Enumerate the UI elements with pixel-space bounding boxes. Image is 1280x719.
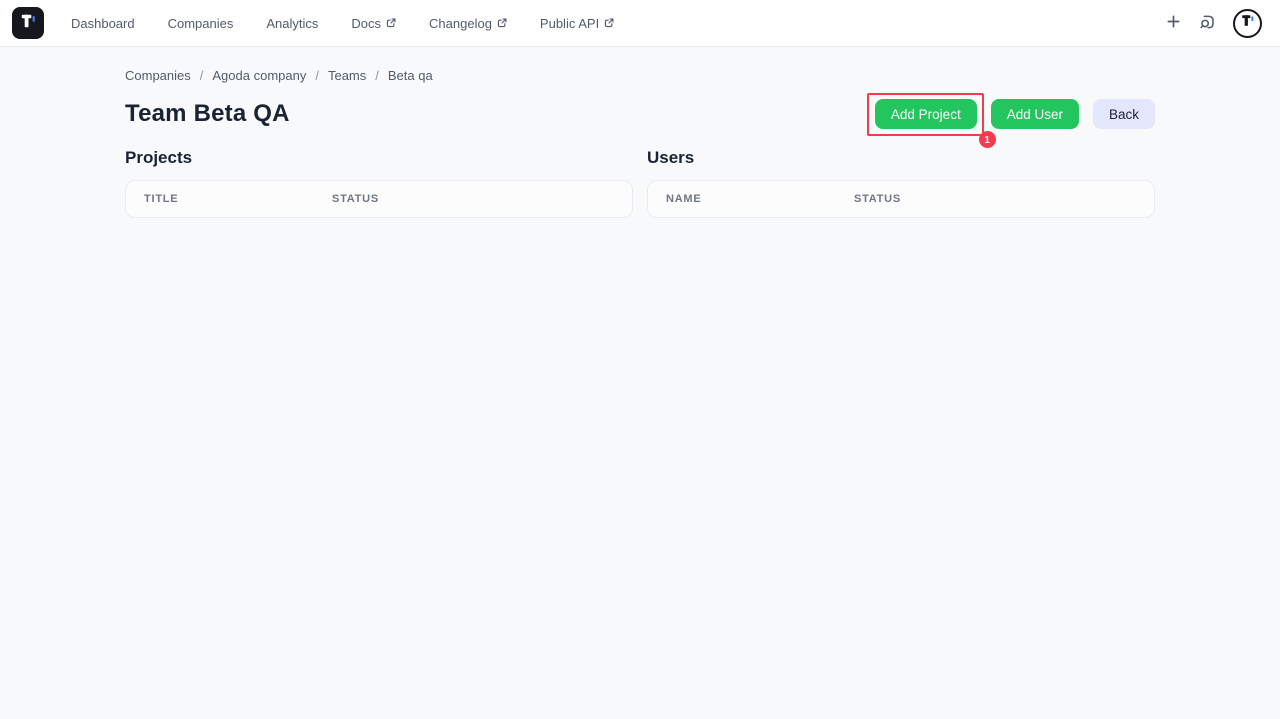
- plus-icon: [1166, 14, 1181, 32]
- app-logo[interactable]: [12, 7, 44, 39]
- annotation-step-badge: 1: [978, 131, 996, 148]
- projects-column-title: Title: [144, 193, 179, 205]
- nav-item-companies[interactable]: Companies: [168, 16, 234, 31]
- external-link-icon: [497, 18, 507, 28]
- add-button[interactable]: [1166, 14, 1181, 32]
- title-row: Team Beta QA Add Project 1 Add User Back: [125, 93, 1155, 148]
- external-link-icon: [604, 18, 614, 28]
- page-title: Team Beta QA: [125, 100, 290, 127]
- avatar-logo-icon: [1239, 12, 1256, 34]
- app-logo-icon: [18, 11, 38, 36]
- nav-links: Dashboard Companies Analytics Docs Chang…: [71, 16, 614, 31]
- add-project-button[interactable]: Add Project: [874, 99, 977, 129]
- users-section-title: Users: [647, 148, 695, 167]
- breadcrumb-teams[interactable]: Teams: [328, 68, 366, 83]
- nav-item-changelog[interactable]: Changelog: [429, 16, 507, 31]
- users-column-name: Name: [666, 193, 702, 205]
- page-actions: Add Project 1 Add User Back: [866, 93, 1155, 148]
- nav-item-docs[interactable]: Docs: [351, 16, 396, 31]
- breadcrumb-beta-qa[interactable]: Beta qa: [388, 68, 433, 83]
- search-icon: [1198, 13, 1216, 34]
- projects-section-title: Projects: [125, 148, 193, 167]
- user-avatar[interactable]: [1233, 8, 1262, 38]
- users-column-status: Status: [854, 193, 901, 205]
- sections-grid: Projects Title Status Users Name Status: [125, 148, 1155, 218]
- nav-right-actions: [1166, 8, 1268, 38]
- main-content: Companies / Agoda company / Teams / Beta…: [125, 47, 1155, 218]
- projects-section: Projects Title Status: [125, 148, 633, 218]
- nav-item-public-api[interactable]: Public API: [540, 16, 614, 31]
- projects-column-status: Status: [332, 193, 379, 205]
- breadcrumb-separator: /: [375, 68, 379, 83]
- breadcrumb: Companies / Agoda company / Teams / Beta…: [125, 68, 1155, 83]
- users-table: Name Status: [647, 180, 1155, 218]
- breadcrumb-separator: /: [199, 68, 204, 83]
- top-navigation: Dashboard Companies Analytics Docs Chang…: [0, 0, 1280, 47]
- projects-table: Title Status: [125, 180, 633, 218]
- nav-item-analytics[interactable]: Analytics: [266, 16, 318, 31]
- external-link-icon: [386, 18, 396, 28]
- breadcrumb-agoda-company[interactable]: Agoda company: [212, 68, 306, 83]
- add-project-annotation-wrap: Add Project 1: [866, 93, 996, 148]
- users-section: Users Name Status: [647, 148, 1155, 218]
- breadcrumb-companies[interactable]: Companies: [125, 68, 191, 83]
- back-button[interactable]: Back: [1092, 99, 1155, 129]
- search-button[interactable]: [1198, 13, 1216, 34]
- add-user-button[interactable]: Add User: [990, 99, 1079, 129]
- nav-item-dashboard[interactable]: Dashboard: [71, 16, 135, 31]
- breadcrumb-separator: /: [315, 68, 319, 83]
